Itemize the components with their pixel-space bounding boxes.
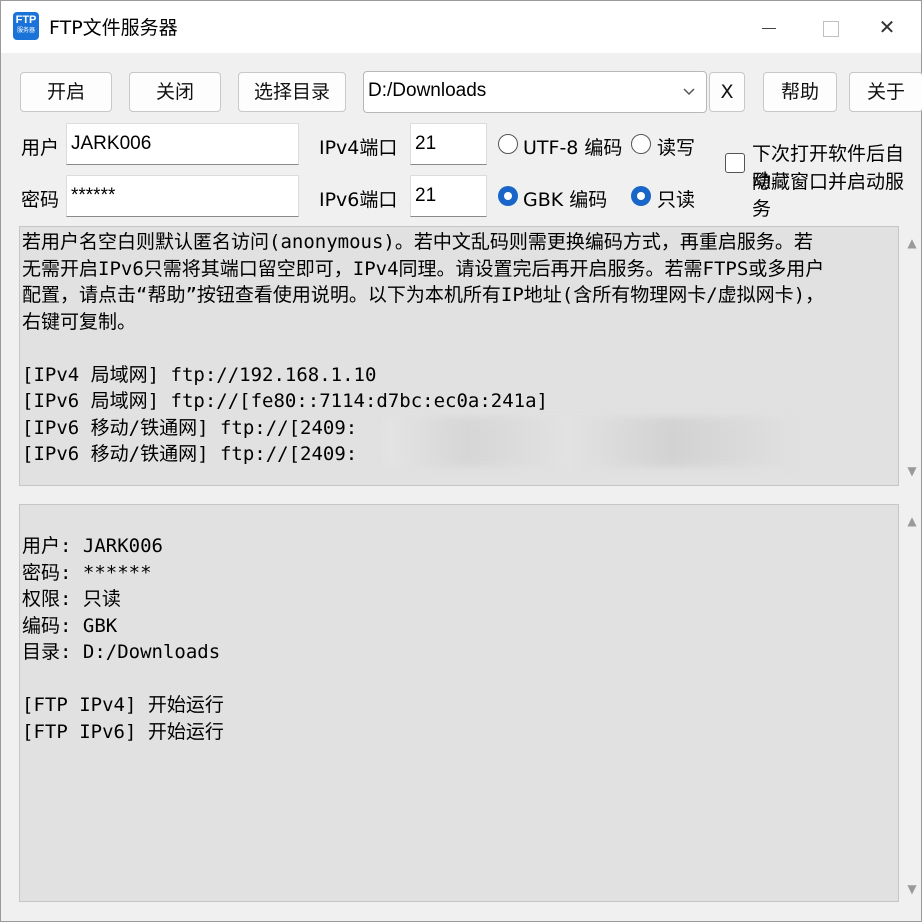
read-write-radio[interactable] bbox=[631, 134, 651, 154]
log-scroll-down-icon[interactable]: ▼ bbox=[904, 881, 920, 897]
clear-directory-button[interactable]: X bbox=[709, 72, 745, 112]
app-icon-subtext: 服务器 bbox=[16, 27, 35, 34]
main-window: FTP 服务器 FTP文件服务器 ✕ 开启 关闭 选择目录 D:/Downloa… bbox=[0, 0, 922, 922]
read-write-label: 读写 bbox=[657, 137, 696, 159]
log-text[interactable]: 用户: JARK006 密码: ****** 权限: 只读 编码: GBK 目录… bbox=[22, 533, 224, 745]
ipv6-port-field[interactable]: 21 bbox=[410, 175, 487, 217]
title-bar[interactable]: FTP 服务器 FTP文件服务器 ✕ bbox=[1, 1, 921, 53]
log-textbox[interactable]: 用户: JARK006 密码: ****** 权限: 只读 编码: GBK 目录… bbox=[19, 504, 899, 902]
start-button[interactable]: 开启 bbox=[20, 72, 112, 112]
stop-button[interactable]: 关闭 bbox=[129, 72, 221, 112]
minimize-button[interactable] bbox=[749, 11, 789, 43]
close-button[interactable]: ✕ bbox=[867, 11, 907, 43]
close-icon: ✕ bbox=[878, 15, 896, 39]
utf8-radio[interactable] bbox=[498, 134, 518, 154]
user-label: 用户 bbox=[21, 137, 60, 159]
chevron-down-icon bbox=[683, 88, 695, 96]
app-icon-text: FTP bbox=[15, 14, 37, 26]
maximize-button[interactable] bbox=[811, 11, 851, 43]
help-button[interactable]: 帮助 bbox=[763, 72, 837, 112]
about-button[interactable]: 关于 bbox=[849, 72, 922, 112]
password-label: 密码 bbox=[21, 189, 60, 211]
autostart-checkbox[interactable] bbox=[725, 153, 745, 173]
utf8-label: UTF-8 编码 bbox=[523, 137, 623, 159]
directory-combobox[interactable]: D:/Downloads bbox=[363, 71, 707, 113]
info-scroll-down-icon[interactable]: ▼ bbox=[904, 463, 920, 479]
maximize-icon bbox=[823, 20, 839, 37]
gbk-radio[interactable] bbox=[498, 186, 518, 206]
ipv4-port-field[interactable]: 21 bbox=[410, 123, 487, 165]
read-only-radio[interactable] bbox=[631, 186, 651, 206]
log-scroll-up-icon[interactable]: ▲ bbox=[904, 513, 920, 529]
minimize-icon bbox=[762, 27, 776, 30]
read-only-label: 只读 bbox=[657, 189, 696, 211]
gbk-label: GBK 编码 bbox=[523, 189, 608, 211]
user-field[interactable]: JARK006 bbox=[66, 123, 299, 165]
password-field[interactable]: ****** bbox=[66, 175, 299, 217]
directory-value: D:/Downloads bbox=[368, 80, 487, 101]
autostart-label-line2: 隐藏窗口并启动服务 bbox=[752, 171, 905, 220]
ipv4-port-label: IPv4端口 bbox=[319, 137, 398, 159]
window-title: FTP文件服务器 bbox=[49, 17, 178, 39]
choose-directory-button[interactable]: 选择目录 bbox=[238, 72, 346, 112]
redacted-address bbox=[386, 417, 794, 467]
info-textbox[interactable]: 若用户名空白则默认匿名访问(anonymous)。若中文乱码则需更换编码方式，再… bbox=[19, 226, 899, 486]
info-scroll-up-icon[interactable]: ▲ bbox=[904, 235, 920, 251]
ipv6-port-label: IPv6端口 bbox=[319, 189, 398, 211]
app-icon: FTP 服务器 bbox=[13, 12, 39, 40]
